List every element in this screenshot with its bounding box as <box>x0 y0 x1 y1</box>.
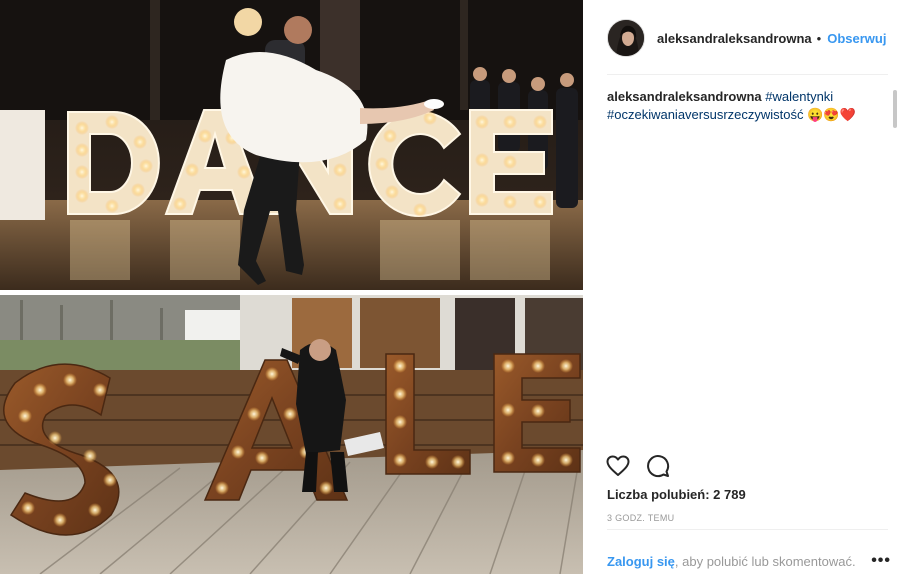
footer-divider <box>607 529 888 530</box>
post-photo[interactable] <box>0 0 583 574</box>
post-header: aleksandraleksandrowna • Obserwuj <box>607 18 887 58</box>
header-divider <box>607 74 888 75</box>
comment-icon <box>647 455 670 478</box>
likes-count[interactable]: Liczba polubień: 2 789 <box>607 487 746 502</box>
comments-scrollbar[interactable] <box>893 90 897 128</box>
collage-image <box>0 0 583 574</box>
more-options-icon[interactable]: ••• <box>871 552 891 570</box>
hashtag-oczekiwania[interactable]: #oczekiwaniaversusrzeczywistość <box>607 107 804 122</box>
post-timestamp[interactable]: 3 GODZ. TEMU <box>607 513 674 523</box>
post-side-panel: aleksandraleksandrowna • Obserwuj aleksa… <box>583 0 900 574</box>
post-actions <box>605 453 685 479</box>
login-link[interactable]: Zaloguj się <box>607 554 675 569</box>
header-username[interactable]: aleksandraleksandrowna <box>657 31 812 46</box>
caption-username[interactable]: aleksandraleksandrowna <box>607 89 762 104</box>
hashtag-walentynki[interactable]: #walentynki <box>765 89 833 104</box>
post-caption: aleksandraleksandrowna #walentynki #ocze… <box>607 88 877 124</box>
header-separator: • <box>816 30 822 46</box>
like-button[interactable] <box>605 453 631 479</box>
avatar[interactable] <box>607 19 645 57</box>
follow-button[interactable]: Obserwuj <box>827 31 886 46</box>
comment-button[interactable] <box>645 453 671 479</box>
login-prompt: Zaloguj się , aby polubić lub skomentowa… <box>607 552 891 570</box>
caption-emoji: 😛😍❤️ <box>807 107 856 122</box>
login-prompt-text: , aby polubić lub skomentować. <box>674 553 856 569</box>
heart-icon <box>606 455 630 476</box>
